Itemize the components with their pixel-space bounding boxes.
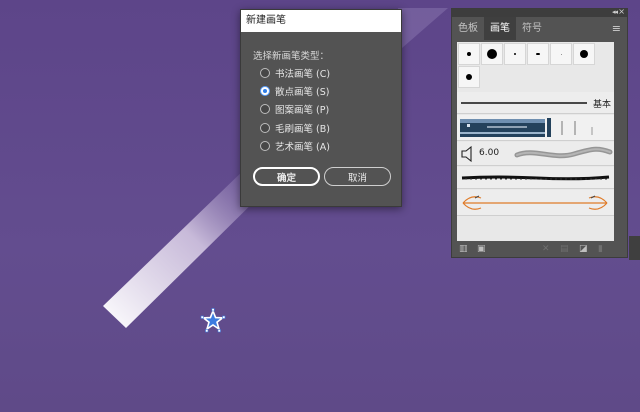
panel-drag-strip[interactable] [452, 9, 627, 17]
panel-menu-icon[interactable]: ≡ [612, 23, 621, 34]
tab-brushes[interactable]: 画笔 [484, 17, 516, 40]
radio-art[interactable] [260, 141, 270, 151]
bristle-size-label: 6.00 [479, 148, 500, 158]
radio-pattern[interactable] [260, 104, 270, 114]
brush-oval[interactable] [527, 43, 549, 65]
tab-swatches[interactable]: 色板 [452, 17, 484, 40]
brush-dot-round[interactable] [458, 66, 480, 88]
radio-bristle[interactable] [260, 123, 270, 133]
brush-bristle[interactable]: 6.00 [457, 142, 614, 166]
new-brush-dialog: 新建画笔 选择新画笔类型： 书法画笔 (C) 散点画笔 (S) 图案画笔 (P)… [240, 9, 402, 207]
star-symbol-icon[interactable] [200, 308, 226, 334]
brush-library-list: 基本 6.00 [457, 42, 614, 241]
new-brush-icon[interactable]: ◪ [579, 244, 588, 254]
basic-line-preview [461, 102, 587, 104]
brush-dot-medium[interactable] [573, 43, 595, 65]
option-label: 艺术画笔 (A) [275, 142, 330, 153]
brush-dot-large[interactable] [481, 43, 503, 65]
brushes-panel: ◂◂ × 色板 画笔 符号 ≡ 基本 6.00 ▥ ▣ ✕ ▤ ◪ ▮ [451, 7, 628, 259]
brush-options-icon[interactable]: ▤ [560, 244, 569, 254]
brush-dot-tiny[interactable] [504, 43, 526, 65]
bristle-speaker-icon [461, 145, 472, 163]
option-label: 图案画笔 (P) [275, 105, 330, 116]
panel-footer-toolbar: ▥ ▣ ✕ ▤ ◪ ▮ [452, 241, 627, 259]
libraries-panel-icon[interactable]: ▣ [477, 244, 486, 254]
brush-basic[interactable]: 基本 [457, 92, 614, 114]
option-calligraphic-brush[interactable]: 书法画笔 (C) [260, 66, 330, 80]
remove-brush-stroke-icon[interactable]: ✕ [542, 244, 550, 254]
panel-tabs: 色板 画笔 符号 [452, 17, 627, 40]
charcoal-stroke-preview [461, 175, 610, 181]
brush-pattern[interactable] [457, 115, 614, 141]
cancel-button[interactable]: 取消 [324, 167, 391, 186]
brush-dot-small[interactable] [458, 43, 480, 65]
close-panel-icon[interactable]: × [618, 7, 625, 16]
radio-scatter[interactable] [260, 86, 270, 96]
dialog-title: 新建画笔 [241, 10, 401, 32]
collapse-panel-icon[interactable]: ◂◂ [612, 8, 618, 16]
tab-symbols[interactable]: 符号 [516, 17, 548, 40]
ok-button[interactable]: 确定 [253, 167, 320, 186]
brush-type-prompt: 选择新画笔类型： [253, 51, 330, 62]
decorative-arrow-preview [462, 195, 608, 210]
option-label: 毛刷画笔 (B) [275, 124, 330, 135]
brush-hairline[interactable] [550, 43, 572, 65]
bristle-stroke-preview [514, 146, 613, 159]
option-pattern-brush[interactable]: 图案画笔 (P) [260, 102, 329, 116]
option-bristle-brush[interactable]: 毛刷画笔 (B) [260, 121, 330, 135]
option-art-brush[interactable]: 艺术画笔 (A) [260, 139, 330, 153]
basic-brush-label: 基本 [592, 100, 611, 110]
delete-brush-icon[interactable]: ▮ [598, 244, 603, 254]
option-label: 散点画笔 (S) [275, 87, 330, 98]
option-label: 书法画笔 (C) [275, 69, 331, 80]
pattern-brush-preview [460, 118, 593, 137]
option-scatter-brush[interactable]: 散点画笔 (S) [260, 84, 329, 98]
brush-decorative-arrow[interactable] [457, 190, 614, 216]
brush-libraries-icon[interactable]: ▥ [459, 244, 468, 254]
radio-calligraphic[interactable] [260, 68, 270, 78]
side-panel-edge [629, 236, 640, 260]
brush-charcoal[interactable] [457, 167, 614, 189]
